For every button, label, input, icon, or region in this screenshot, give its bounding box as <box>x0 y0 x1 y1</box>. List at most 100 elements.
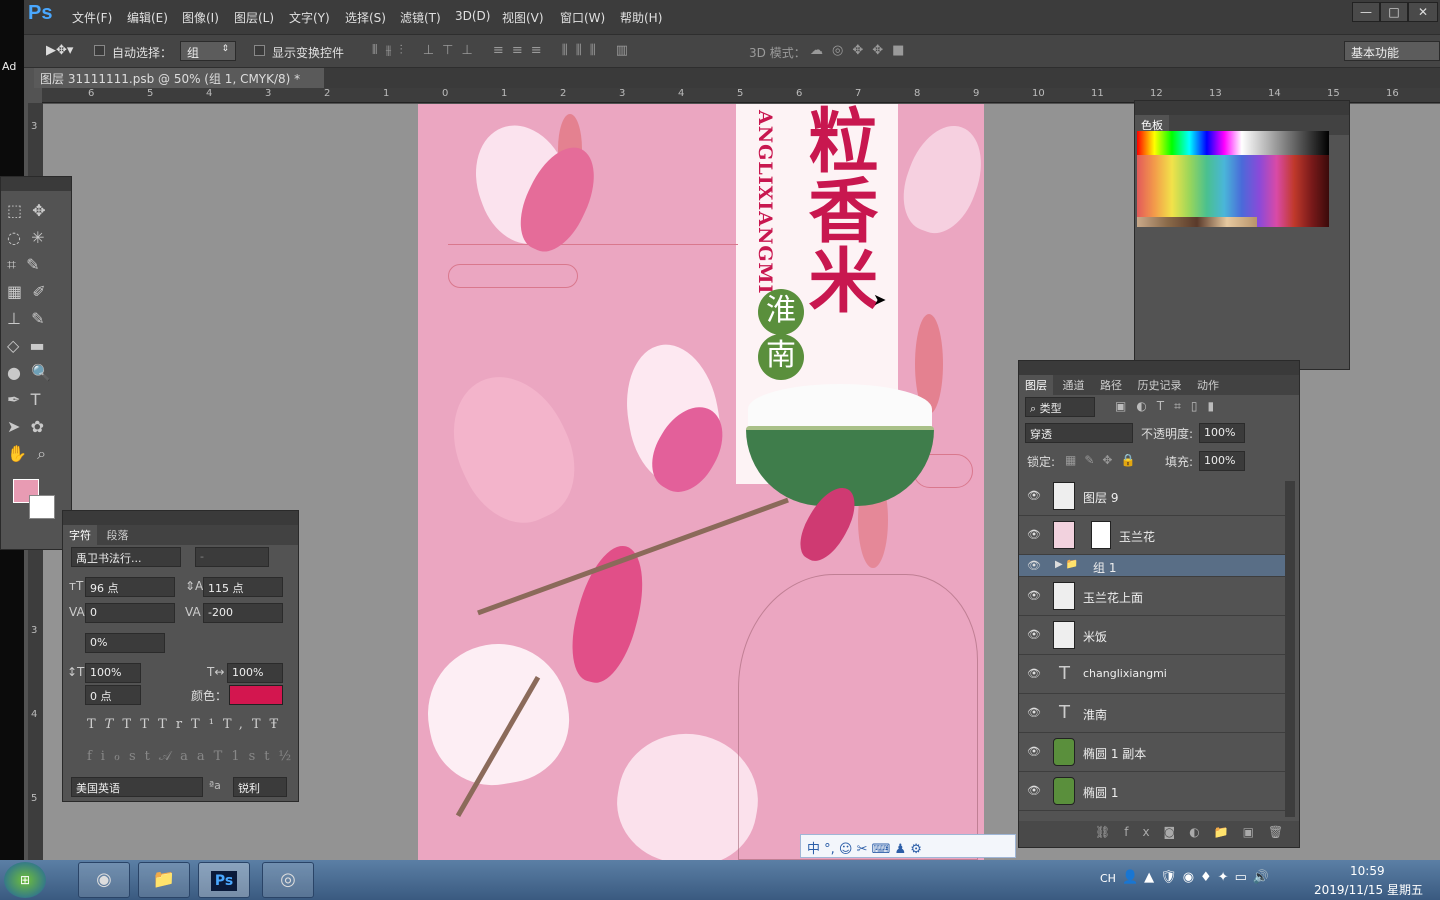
opacity-field[interactable]: 100% <box>1199 423 1245 443</box>
opentype-buttons[interactable]: fiℴst𝒜aaT1st½ <box>87 749 300 764</box>
layer-thumbnail <box>1053 521 1075 549</box>
font-style-select[interactable]: - <box>195 547 269 567</box>
tab-actions[interactable]: 动作 <box>1191 375 1225 395</box>
eye-icon[interactable]: 👁 <box>1027 528 1041 542</box>
input-lang[interactable]: CH <box>1100 872 1116 885</box>
menu-file[interactable]: 文件(F) <box>72 9 112 26</box>
menu-edit[interactable]: 编辑(E) <box>127 9 168 26</box>
layer-filter-value: 类型 <box>1039 402 1062 415</box>
obs-taskbar-icon[interactable]: ◎ <box>262 862 314 898</box>
kerning-field[interactable]: 0 <box>85 603 175 623</box>
menu-type[interactable]: 文字(Y) <box>289 9 330 26</box>
eye-icon[interactable]: 👁 <box>1027 589 1041 603</box>
layer-row[interactable]: 👁 图层 9 <box>1019 477 1285 516</box>
layer-filter-icons[interactable]: ▣◐T⌗▯▮ <box>1115 399 1224 414</box>
workspace-dropdown[interactable]: 基本功能 <box>1344 41 1440 61</box>
photoshop-taskbar-icon[interactable]: Ps <box>198 862 250 898</box>
start-button[interactable]: ⊞ <box>4 862 46 898</box>
antialias-icon: ªa <box>209 779 221 792</box>
document-tab[interactable]: 图层 31111111.psb @ 50% (组 1, CMYK/8) * × <box>34 68 324 101</box>
move-tool-icon[interactable]: ▶✥▾ <box>46 43 73 58</box>
tab-channels[interactable]: 通道 <box>1057 375 1091 395</box>
layer-filter-select[interactable]: ⌕ 类型 <box>1025 397 1095 417</box>
menu-image[interactable]: 图像(I) <box>182 9 219 26</box>
auto-select-value: 组 <box>187 46 200 60</box>
text-color-swatch[interactable] <box>229 685 283 705</box>
explorer-taskbar-icon[interactable]: 📁 <box>138 862 190 898</box>
layer-list: 👁 图层 9 👁 玉兰花 👁 ▶ 📁 组 1 👁 玉兰花上面 👁 米饭 👁 Tchanglix… <box>1019 477 1285 817</box>
font-family-select[interactable]: 禹卫书法行... <box>71 547 181 567</box>
align-icons[interactable]: ⫴⫵⫶ ⊥⊤⊥ ≡≡≡ ⫼⫼⫼ ▥ <box>372 43 636 58</box>
baseline-shift-field[interactable]: 0 点 <box>85 685 141 705</box>
antialias-select[interactable]: 锐利 <box>233 777 287 797</box>
menu-help[interactable]: 帮助(H) <box>620 9 662 26</box>
poster-canvas[interactable]: ANGLIXIANGMI 粒香米 淮 南 ➤ <box>418 104 984 860</box>
layer-row[interactable]: 👁 T 淮南 <box>1019 694 1285 733</box>
horizontal-scale-field[interactable]: 100% <box>227 663 283 683</box>
auto-select-dropdown[interactable]: 组 ⇕ <box>180 41 236 61</box>
lock-icons[interactable]: ▦✎✥🔒 <box>1065 453 1143 467</box>
background-color-swatch[interactable] <box>29 495 55 519</box>
eye-icon[interactable]: 👁 <box>1027 489 1041 503</box>
swatches-panel: 色板 <box>1134 100 1350 370</box>
ruler-tick-label: 5 <box>737 88 744 99</box>
3d-mode-icons[interactable]: ☁◎✥✥■ <box>810 43 913 58</box>
tab-paragraph[interactable]: 段落 <box>101 525 135 545</box>
menu-layer[interactable]: 图层(L) <box>234 9 274 26</box>
leading-field[interactable]: 115 点 <box>203 577 283 597</box>
show-transform-checkbox[interactable] <box>254 45 265 59</box>
chrome-taskbar-icon[interactable]: ◉ <box>78 862 130 898</box>
swatch-grid-browns[interactable] <box>1137 217 1257 227</box>
group-toggle-icon[interactable]: ▶ 📁 <box>1055 559 1078 570</box>
menu-window[interactable]: 窗口(W) <box>560 9 605 26</box>
document-tab-bar: 图层 31111111.psb @ 50% (组 1, CMYK/8) * × <box>34 68 1440 101</box>
tray-icons[interactable]: 👤▲🛡◉♦✦▭🔊 <box>1122 870 1275 885</box>
layer-row[interactable]: 👁 玉兰花上面 <box>1019 577 1285 616</box>
layer-row[interactable]: 👁 玉兰花 <box>1019 516 1285 555</box>
vertical-scale-field[interactable]: 100% <box>85 663 141 683</box>
layer-row[interactable]: 👁 米饭 <box>1019 616 1285 655</box>
font-size-field[interactable]: 96 点 <box>85 577 175 597</box>
auto-select-checkbox[interactable] <box>94 45 105 59</box>
eye-icon[interactable]: 👁 <box>1027 706 1041 720</box>
ruler-tick-label: 10 <box>1032 88 1045 99</box>
maximize-button[interactable]: □ <box>1380 2 1408 22</box>
layer-row[interactable]: 👁 椭圆 1 副本 <box>1019 733 1285 772</box>
tool-icons[interactable]: ⬚ ✥ ◌ ✳ ⌗ ✎ ▦ ✐ ⊥ ✎ ◇ ▬ ● 🔍 ✒ T ➤ ✿ ✋ ⌕ <box>7 197 67 467</box>
eye-icon[interactable]: 👁 <box>1027 559 1041 573</box>
fill-field[interactable]: 100% <box>1199 451 1245 471</box>
menu-3d[interactable]: 3D(D) <box>455 9 490 23</box>
tab-layers[interactable]: 图层 <box>1019 375 1053 395</box>
ime-icons: 中 °, ☺ ✂ ⌨ ♟ ⚙ <box>807 842 922 857</box>
language-select[interactable]: 美国英语 <box>71 777 203 797</box>
layer-row[interactable]: 👁 椭圆 1 <box>1019 772 1285 811</box>
minimize-button[interactable]: — <box>1352 2 1380 22</box>
eye-icon[interactable]: 👁 <box>1027 628 1041 642</box>
tab-character[interactable]: 字符 <box>63 525 97 545</box>
tab-paths[interactable]: 路径 <box>1094 375 1128 395</box>
tab-history[interactable]: 历史记录 <box>1132 375 1188 395</box>
text-style-buttons[interactable]: TTTTTrT¹T,TŦ <box>87 717 287 732</box>
ruler-tick-label: 9 <box>973 88 980 99</box>
eye-icon[interactable]: 👁 <box>1027 784 1041 798</box>
menu-select[interactable]: 选择(S) <box>345 9 386 26</box>
ruler-tick-label: 13 <box>1209 88 1222 99</box>
tracking-field[interactable]: -200 <box>203 603 283 623</box>
eye-icon[interactable]: 👁 <box>1027 667 1041 681</box>
eye-icon[interactable]: 👁 <box>1027 745 1041 759</box>
layer-group-row[interactable]: 👁 ▶ 📁 组 1 <box>1019 555 1285 577</box>
photoshop-logo: Ps <box>28 2 53 24</box>
show-transform-label: 显示变换控件 <box>272 46 345 60</box>
menu-filter[interactable]: 滤镜(T) <box>400 9 441 26</box>
layer-row[interactable]: 👁 Tchanglixiangmi <box>1019 655 1285 694</box>
layer-footer-icons[interactable]: ⛓fx◙◐📁▣🗑 <box>1019 821 1299 847</box>
ime-toolbar[interactable]: 中 °, ☺ ✂ ⌨ ♟ ⚙ <box>800 834 1016 858</box>
layer-name: 图层 9 <box>1083 491 1119 505</box>
menu-view[interactable]: 视图(V) <box>502 9 544 26</box>
layers-scrollbar[interactable] <box>1285 481 1295 817</box>
blend-mode-select[interactable]: 穿透 <box>1025 423 1133 443</box>
tsume-field[interactable]: 0% <box>85 633 165 653</box>
options-bar: ▶✥▾ 自动选择： 组 ⇕ 显示变换控件 ⫴⫵⫶ ⊥⊤⊥ ≡≡≡ ⫼⫼⫼ ▥ 3… <box>24 34 1440 68</box>
close-button[interactable]: ✕ <box>1408 2 1438 22</box>
3d-mode-label: 3D 模式： <box>749 46 806 60</box>
